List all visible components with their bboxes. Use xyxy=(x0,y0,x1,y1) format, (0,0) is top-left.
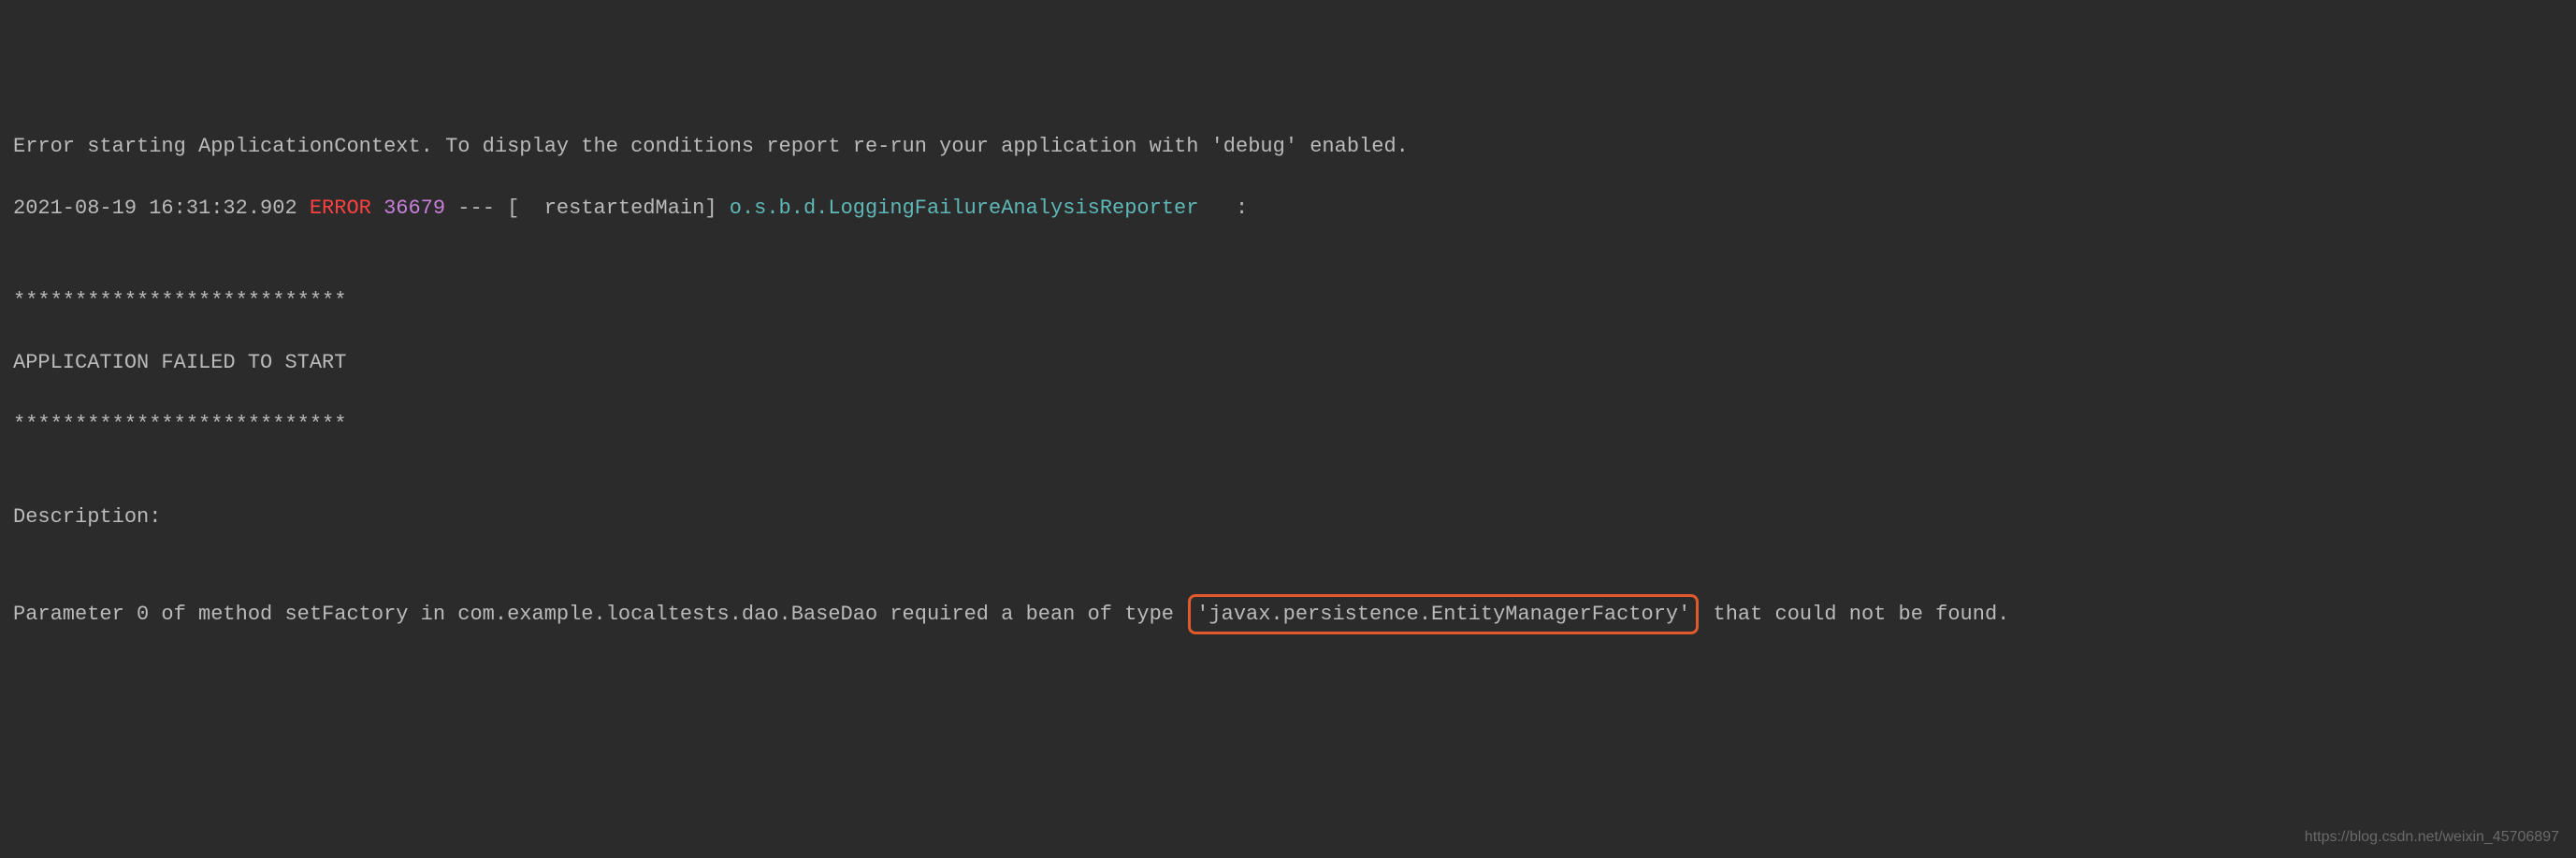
highlighted-class: 'javax.persistence.EntityManagerFactory' xyxy=(1188,594,1699,634)
log-level-error: ERROR xyxy=(310,196,371,220)
banner-bottom: *************************** xyxy=(13,409,2563,440)
log-line-context-error: Error starting ApplicationContext. To di… xyxy=(13,131,2563,162)
logger-class: o.s.b.d.LoggingFailureAnalysisReporter xyxy=(730,196,1223,220)
banner-top: *************************** xyxy=(13,285,2563,316)
description-header: Description: xyxy=(13,502,2563,532)
description-message: Parameter 0 of method setFactory in com.… xyxy=(13,594,2563,634)
message-pre: Parameter 0 of method setFactory in com.… xyxy=(13,603,1186,626)
process-id: 36679 xyxy=(384,196,445,220)
banner-title: APPLICATION FAILED TO START xyxy=(13,347,2563,378)
thread-info: --- [ restartedMain] xyxy=(445,196,730,220)
log-line-error-entry: 2021-08-19 16:31:32.902 ERROR 36679 --- … xyxy=(13,193,2563,224)
watermark: https://blog.csdn.net/weixin_45706897 xyxy=(2305,826,2559,849)
log-tail: : xyxy=(1223,196,1248,220)
separator xyxy=(371,196,384,220)
timestamp: 2021-08-19 16:31:32.902 xyxy=(13,196,310,220)
message-post: that could not be found. xyxy=(1700,603,2009,626)
